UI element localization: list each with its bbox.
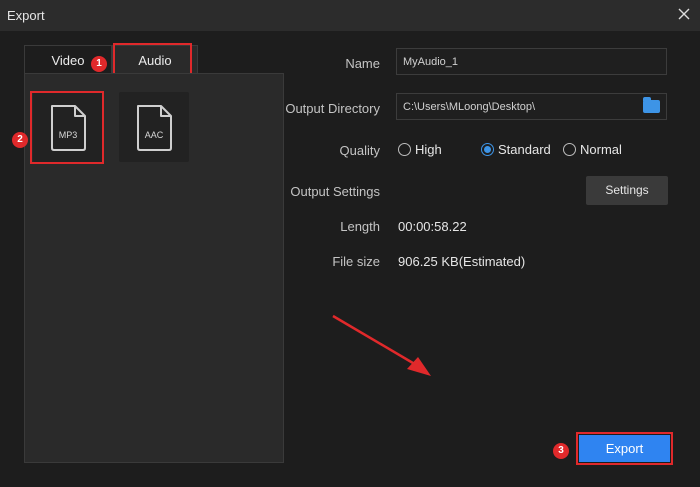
export-button[interactable]: Export: [579, 435, 670, 462]
step-3-badge: 3: [553, 443, 569, 459]
annotation-arrow: [332, 314, 431, 376]
